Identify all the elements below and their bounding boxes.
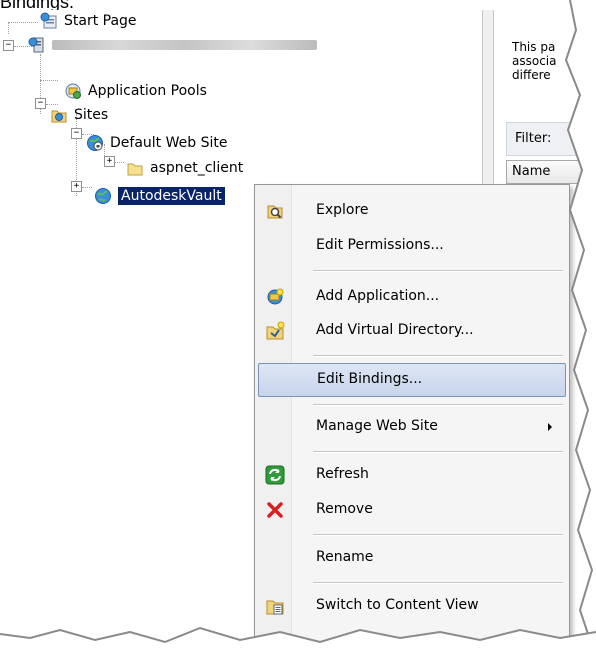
torn-edge-bottom bbox=[0, 626, 596, 652]
tree-label: Start Page bbox=[64, 13, 137, 29]
collapse-default-site-button[interactable]: − bbox=[71, 128, 82, 139]
menu-separator bbox=[313, 451, 563, 453]
menu-item-label: Add Virtual Directory... bbox=[316, 322, 474, 338]
menu-separator bbox=[313, 582, 563, 584]
collapse-server-button[interactable]: − bbox=[3, 40, 14, 51]
tree-item-default-web-site[interactable]: Default Web Site bbox=[86, 132, 227, 154]
menu-item-remove[interactable]: Remove bbox=[258, 494, 564, 526]
application-pools-icon bbox=[64, 82, 82, 100]
folder-icon bbox=[126, 159, 144, 177]
menu-separator bbox=[313, 270, 563, 272]
expand-autodeskvault-button[interactable]: + bbox=[71, 181, 82, 192]
menu-item-label: Rename bbox=[316, 549, 374, 565]
menu-separator bbox=[313, 355, 563, 357]
expand-aspnet-client-button[interactable]: + bbox=[104, 156, 115, 167]
menu-item-label: Edit Permissions... bbox=[316, 237, 444, 253]
menu-item-label: Switch to Content View bbox=[316, 597, 479, 613]
menu-separator bbox=[313, 534, 563, 536]
menu-item-edit-bindings[interactable]: Edit Bindings... bbox=[258, 363, 566, 397]
tree-item-aspnet-client[interactable]: aspnet_client bbox=[126, 157, 243, 179]
menu-item-label: Add Application... bbox=[316, 288, 440, 304]
sites-folder-icon bbox=[50, 106, 68, 124]
server-name-blurred bbox=[52, 40, 317, 50]
explore-icon bbox=[265, 201, 285, 221]
tree-label: aspnet_client bbox=[150, 160, 244, 176]
menu-separator bbox=[313, 404, 563, 406]
context-menu: Explore Edit Permissions... Add Applicat… bbox=[254, 184, 570, 646]
content-view-icon bbox=[265, 596, 285, 616]
menu-item-refresh[interactable]: Refresh bbox=[258, 459, 564, 491]
menu-item-label: Edit Bindings... bbox=[317, 371, 423, 387]
tree-item-start-page[interactable]: Start Page bbox=[40, 10, 137, 32]
refresh-icon bbox=[265, 465, 285, 485]
menu-item-rename[interactable]: Rename bbox=[258, 542, 564, 574]
menu-item-explore[interactable]: Explore bbox=[258, 195, 564, 227]
tree-line bbox=[8, 22, 9, 34]
website-globe-icon bbox=[86, 134, 104, 152]
menu-item-edit-permissions[interactable]: Edit Permissions... bbox=[258, 230, 564, 262]
remove-icon bbox=[265, 500, 285, 520]
tree-label: AutodeskVault bbox=[118, 187, 225, 205]
add-virtual-directory-icon bbox=[265, 321, 285, 341]
menu-item-add-application[interactable]: Add Application... bbox=[258, 281, 564, 313]
menu-item-label: Explore bbox=[316, 202, 369, 218]
tree-line bbox=[40, 80, 58, 81]
tree-item-server[interactable] bbox=[28, 34, 317, 56]
menu-item-label: Remove bbox=[316, 501, 373, 517]
tree-line bbox=[82, 187, 92, 188]
server-icon bbox=[28, 36, 46, 54]
menu-item-label: Manage Web Site bbox=[316, 418, 438, 434]
start-page-icon bbox=[40, 12, 58, 30]
menu-item-manage-web-site[interactable]: Manage Web Site bbox=[258, 411, 564, 443]
tree-line bbox=[8, 22, 38, 23]
tree-item-autodeskvault[interactable]: AutodeskVault bbox=[94, 185, 225, 207]
tree-item-application-pools[interactable]: Application Pools bbox=[64, 80, 207, 102]
add-application-icon bbox=[265, 287, 285, 307]
collapse-sites-button[interactable]: − bbox=[35, 98, 46, 109]
tree-item-sites[interactable]: Sites bbox=[50, 104, 108, 126]
tree-label: Sites bbox=[74, 107, 109, 123]
tree-line bbox=[114, 162, 124, 163]
website-globe-icon bbox=[94, 187, 112, 205]
tree-label: Application Pools bbox=[88, 83, 207, 99]
menu-item-switch-to-content-view[interactable]: Switch to Content View bbox=[258, 590, 564, 622]
menu-item-label: Refresh bbox=[316, 466, 369, 482]
torn-edge-right bbox=[564, 0, 596, 652]
menu-item-add-virtual-directory[interactable]: Add Virtual Directory... bbox=[258, 315, 564, 347]
tree-label: Default Web Site bbox=[110, 135, 228, 151]
